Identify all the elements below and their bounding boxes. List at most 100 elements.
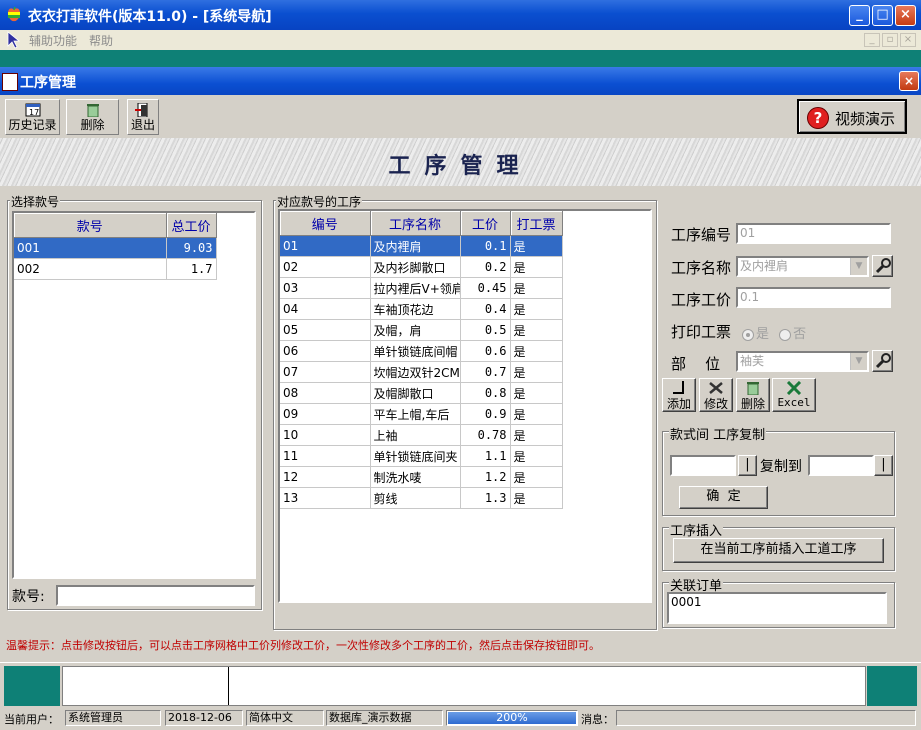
process-name-combo[interactable]: 及内裡肩 ▼ [736, 256, 869, 277]
menu-aux[interactable]: 辅助功能 [29, 32, 77, 49]
print-ticket-cell: 是 [510, 466, 563, 488]
process-price-cell: 0.6 [460, 340, 511, 362]
table-row[interactable]: 001 9.03 [14, 237, 217, 259]
ticket-yes-radio[interactable] [742, 328, 754, 341]
menu-help[interactable]: 帮助 [89, 32, 113, 49]
process-code-field[interactable]: 01 [736, 223, 891, 244]
department-combo[interactable]: 袖芙 ▼ [736, 351, 869, 372]
chevron-down-icon[interactable]: ▼ [850, 258, 867, 275]
wrench-icon [875, 353, 891, 369]
exit-button[interactable]: 退出 [127, 99, 159, 135]
table-row[interactable]: 10 上袖 0.78 是 [280, 424, 563, 446]
tools-icon [709, 382, 723, 394]
process-name-value: 及内裡肩 [740, 259, 789, 273]
table-row[interactable]: 13 剪线 1.3 是 [280, 487, 563, 509]
footer-teal-left [4, 666, 60, 706]
process-price-field[interactable]: 0.1 [736, 287, 891, 308]
table-row[interactable]: 07 坎帽边双针2CM 0.7 是 [280, 361, 563, 383]
department-lookup-button[interactable] [872, 350, 893, 372]
delete-button[interactable]: 删除 [736, 378, 770, 412]
copy-group-label: 款式间 工序复制 [669, 424, 767, 443]
copy-target-browse-button[interactable]: | [874, 455, 893, 476]
style-select-group-label: 选择款号 [10, 193, 61, 210]
process-price-cell: 0.9 [460, 403, 511, 425]
process-name-cell: 单针锁链底间帽 [370, 340, 461, 362]
style-grid[interactable]: 款号 总工价 001 9.03 002 1.7 [12, 211, 256, 579]
footer-area [0, 660, 921, 707]
process-name-cell: 单针锁链底间夹 [370, 445, 461, 467]
table-row[interactable]: 09 平车上帽,车后 0.9 是 [280, 403, 563, 425]
table-row[interactable]: 002 1.7 [14, 258, 217, 280]
col-print-ticket[interactable]: 打工票 [510, 211, 563, 236]
print-ticket-cell: 是 [510, 277, 563, 299]
mdi-close-button[interactable]: × [900, 33, 916, 47]
confirm-button[interactable]: 确 定 [679, 486, 768, 509]
insert-process-button[interactable]: 在当前工序前插入工道工序 [673, 538, 884, 563]
ticket-no-radio[interactable] [779, 328, 792, 341]
process-price-cell: 0.1 [460, 235, 511, 257]
process-name-cell: 及内裡肩 [370, 235, 461, 257]
table-row[interactable]: 11 单针锁链底间夹 1.1 是 [280, 445, 563, 467]
excel-button[interactable]: Excel [772, 378, 816, 412]
insert-group-label: 工序插入 [669, 520, 724, 539]
process-name-lookup-button[interactable] [872, 255, 893, 277]
minimize-button[interactable]: _ [849, 5, 870, 26]
process-price-cell: 0.45 [460, 277, 511, 299]
table-row[interactable]: 05 及帽，肩 0.5 是 [280, 319, 563, 341]
process-name-cell: 制洗水唛 [370, 466, 461, 488]
process-no-cell: 10 [280, 424, 371, 446]
history-button[interactable]: 17 历史记录 [5, 99, 60, 135]
trash-icon [747, 382, 759, 395]
print-ticket-cell: 是 [510, 361, 563, 383]
col-process-name[interactable]: 工序名称 [370, 211, 461, 236]
history-label: 历史记录 [8, 118, 57, 132]
process-price-cell: 0.78 [460, 424, 511, 446]
department-label: 部 位 [671, 355, 721, 373]
window-close-button[interactable]: × [899, 71, 919, 91]
svg-text:17: 17 [29, 108, 39, 117]
table-row[interactable]: 04 车袖顶花边 0.4 是 [280, 298, 563, 320]
style-table: 款号 总工价 001 9.03 002 1.7 [14, 213, 217, 280]
col-process-no[interactable]: 编号 [280, 211, 371, 236]
delete-toolbar-button[interactable]: 删除 [66, 99, 119, 135]
table-row[interactable]: 06 单针锁链底间帽 0.6 是 [280, 340, 563, 362]
print-ticket-cell: 是 [510, 382, 563, 404]
col-total-price[interactable]: 总工价 [166, 213, 217, 238]
table-row[interactable]: 12 制洗水唛 1.2 是 [280, 466, 563, 488]
process-price-cell: 0.2 [460, 256, 511, 278]
process-group-label: 对应款号的工序 [276, 193, 363, 210]
copy-source-field[interactable] [670, 455, 736, 476]
table-row[interactable]: 08 及帽脚散口 0.8 是 [280, 382, 563, 404]
table-row[interactable]: 03 拉内裡后V+领肩 0.45 是 [280, 277, 563, 299]
table-row[interactable]: 01 及内裡肩 0.1 是 [280, 235, 563, 257]
chevron-down-icon[interactable]: ▼ [850, 353, 867, 370]
copy-source-browse-button[interactable]: | [738, 455, 757, 476]
process-price-cell: 0.7 [460, 361, 511, 383]
process-no-cell: 13 [280, 487, 371, 509]
col-style-code[interactable]: 款号 [14, 213, 167, 238]
close-button[interactable]: × [895, 5, 916, 26]
order-field[interactable]: 0001 [667, 592, 887, 624]
footer-panel [62, 666, 866, 706]
copy-target-field[interactable] [808, 455, 874, 476]
video-demo-button[interactable]: ? 视频演示 [797, 99, 907, 134]
mdi-restore-button[interactable]: ▫ [882, 33, 898, 47]
ticket-yes-label: 是 [756, 327, 770, 342]
print-ticket-cell: 是 [510, 403, 563, 425]
copy-to-label: 复制到 [760, 459, 802, 475]
maximize-button[interactable]: □ [872, 5, 893, 26]
col-process-price[interactable]: 工价 [460, 211, 511, 236]
style-search-input[interactable] [56, 585, 255, 606]
style-search-label: 款号: [12, 589, 45, 605]
mdi-minimize-button[interactable]: _ [864, 33, 880, 47]
process-code-label: 工序编号 [671, 226, 732, 244]
table-row[interactable]: 02 及内衫脚散口 0.2 是 [280, 256, 563, 278]
total-price-cell: 1.7 [166, 258, 217, 280]
style-code-cell: 002 [14, 258, 167, 280]
process-grid[interactable]: 编号 工序名称 工价 打工票 01 及内裡肩 0.1 是 02 及内衫脚散口 0.2 是 03 拉… [278, 209, 652, 603]
department-value: 袖芙 [740, 354, 765, 368]
add-button[interactable]: 添加 [662, 378, 696, 412]
process-no-cell: 08 [280, 382, 371, 404]
divider [228, 667, 229, 705]
edit-button[interactable]: 修改 [699, 378, 733, 412]
